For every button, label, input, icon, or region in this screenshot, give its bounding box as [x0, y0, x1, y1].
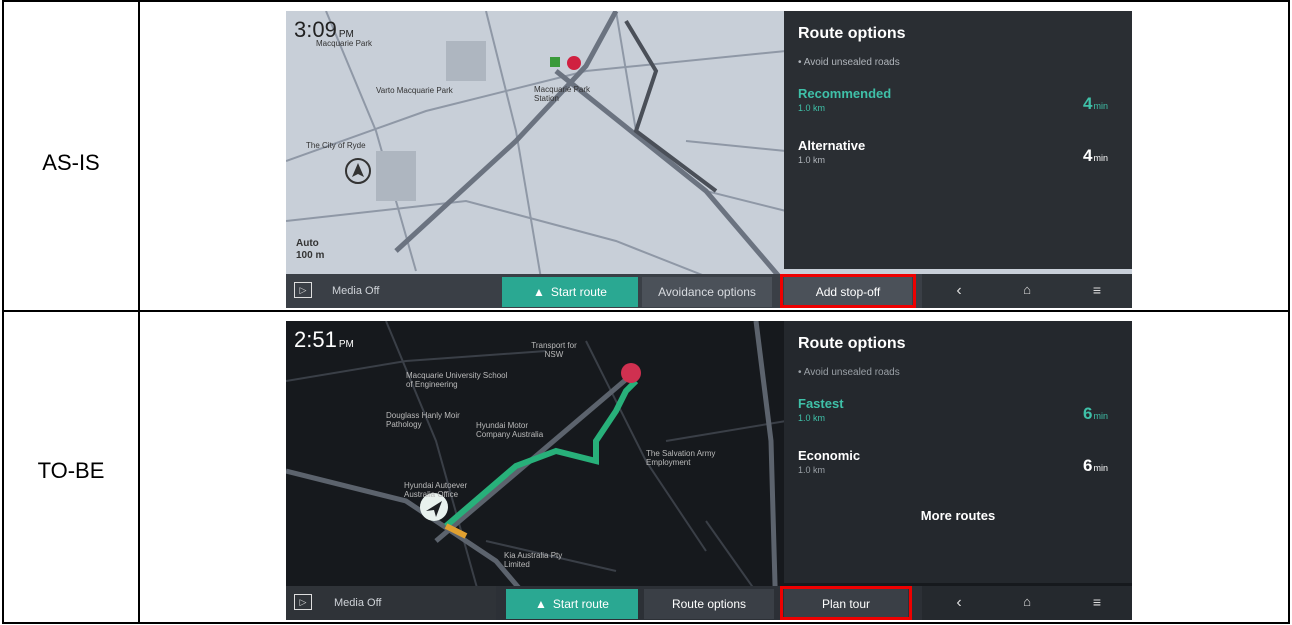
- as-is-scale-distance: 100 m: [296, 250, 325, 261]
- to-be-map-label-autoever: Hyundai Autoever Australia Office: [404, 481, 468, 499]
- as-is-avoid-unsealed[interactable]: • Avoid unsealed roads: [798, 57, 1118, 68]
- route-name: Economic: [798, 448, 861, 463]
- to-be-media-status[interactable]: Media Off: [334, 597, 382, 609]
- back-icon[interactable]: ‹: [944, 594, 974, 612]
- to-be-map-label-salvation: The Salvation Army Employment: [646, 449, 716, 467]
- route-distance: 1.0 km: [798, 155, 826, 165]
- to-be-avoid-unsealed[interactable]: • Avoid unsealed roads: [798, 367, 1118, 378]
- to-be-map-label-hyundai: Hyundai Motor Company Australia: [476, 421, 544, 439]
- row-label-as-is: AS-IS: [42, 150, 100, 175]
- to-be-map-label-kia: Kia Australia Pty Limited: [504, 551, 563, 569]
- route-distance: 1.0 km: [798, 413, 826, 423]
- to-be-map-label-university: Macquarie University School of Engineeri…: [406, 371, 508, 389]
- menu-icon[interactable]: ≡: [1082, 594, 1112, 610]
- to-be-panel-title: Route options: [798, 335, 906, 352]
- as-is-panel-title: Route options: [798, 25, 906, 42]
- to-be-bottom-bar: ▷ Media Off ▲ Start route Route options P…: [286, 586, 1132, 620]
- as-is-map-label-park: Macquarie Park: [316, 39, 373, 48]
- to-be-clock: 2:51 PM: [294, 327, 354, 353]
- as-is-nav-group: ‹ ⌂ ≡: [922, 274, 1132, 308]
- to-be-ampm: PM: [338, 339, 354, 350]
- to-be-route-options-button[interactable]: Route options: [644, 589, 774, 619]
- to-be-screenshot: 2:51 PM Transport for NSW Macquarie Unive…: [286, 321, 1132, 620]
- row-divider-top: [4, 0, 1288, 2]
- to-be-route-option-economic[interactable]: Economic 1.0 km 6min: [798, 448, 1118, 500]
- route-time: 4min: [1083, 94, 1108, 113]
- to-be-media-area: [286, 586, 496, 620]
- as-is-screenshot: 3:09 PM Auto 100 m Varto Macquarie Park T…: [286, 11, 1132, 308]
- home-icon[interactable]: ⌂: [1012, 594, 1042, 609]
- as-is-scale: Auto 100 m: [296, 238, 324, 262]
- route-distance: 1.0 km: [798, 465, 826, 475]
- route-time: 6min: [1083, 404, 1108, 423]
- as-is-scale-mode: Auto: [296, 238, 319, 249]
- to-be-nav-group: ‹ ⌂ ≡: [922, 586, 1132, 620]
- media-play-icon[interactable]: ▷: [294, 282, 312, 298]
- to-be-route-options-panel: Route options • Avoid unsealed roads Fas…: [784, 321, 1132, 583]
- as-is-map-label-varto: Varto Macquarie Park: [376, 86, 453, 95]
- as-is-route-option-recommended[interactable]: Recommended 1.0 km 4min: [798, 86, 1118, 138]
- as-is-map-label-station: Macquarie Park Station: [534, 85, 591, 103]
- to-be-time: 2:51: [294, 327, 337, 352]
- as-is-avoidance-options-button[interactable]: Avoidance options: [642, 277, 772, 307]
- navigate-arrow-icon: ▲: [535, 597, 547, 611]
- back-icon[interactable]: ‹: [944, 282, 974, 300]
- to-be-map-label-transport: Transport for NSW: [531, 341, 577, 359]
- row-label-to-be: TO-BE: [37, 458, 105, 483]
- as-is-route-option-alternative[interactable]: Alternative 1.0 km 4min: [798, 138, 1118, 190]
- to-be-route-option-fastest[interactable]: Fastest 1.0 km 6min: [798, 396, 1118, 448]
- as-is-start-route-button[interactable]: ▲ Start route: [502, 277, 638, 307]
- navigate-arrow-icon: ▲: [533, 285, 545, 299]
- as-is-route-options-panel: Route options • Avoid unsealed roads Rec…: [784, 11, 1132, 269]
- as-is-media-status[interactable]: Media Off: [332, 285, 380, 297]
- as-is-map-label-ryde: The City of Ryde: [306, 141, 366, 150]
- to-be-highlight-box: [780, 586, 912, 620]
- as-is-bottom-bar: ▷ Media Off ▲ Start route Avoidance optio…: [286, 274, 1132, 308]
- route-distance: 1.0 km: [798, 103, 826, 113]
- to-be-more-routes-button[interactable]: More routes: [798, 500, 1118, 523]
- to-be-start-route-button[interactable]: ▲ Start route: [506, 589, 638, 619]
- row-divider-middle: [4, 310, 1288, 312]
- menu-icon[interactable]: ≡: [1082, 282, 1112, 298]
- home-icon[interactable]: ⌂: [1012, 282, 1042, 297]
- route-time: 4min: [1083, 146, 1108, 165]
- route-name: Recommended: [798, 86, 892, 101]
- route-name: Fastest: [798, 396, 844, 411]
- route-name: Alternative: [798, 138, 866, 153]
- as-is-highlight-box: [780, 274, 916, 308]
- media-play-icon[interactable]: ▷: [294, 594, 312, 610]
- to-be-map-label-pathology: Douglass Hanly Moir Pathology: [386, 411, 460, 429]
- route-time: 6min: [1083, 456, 1108, 475]
